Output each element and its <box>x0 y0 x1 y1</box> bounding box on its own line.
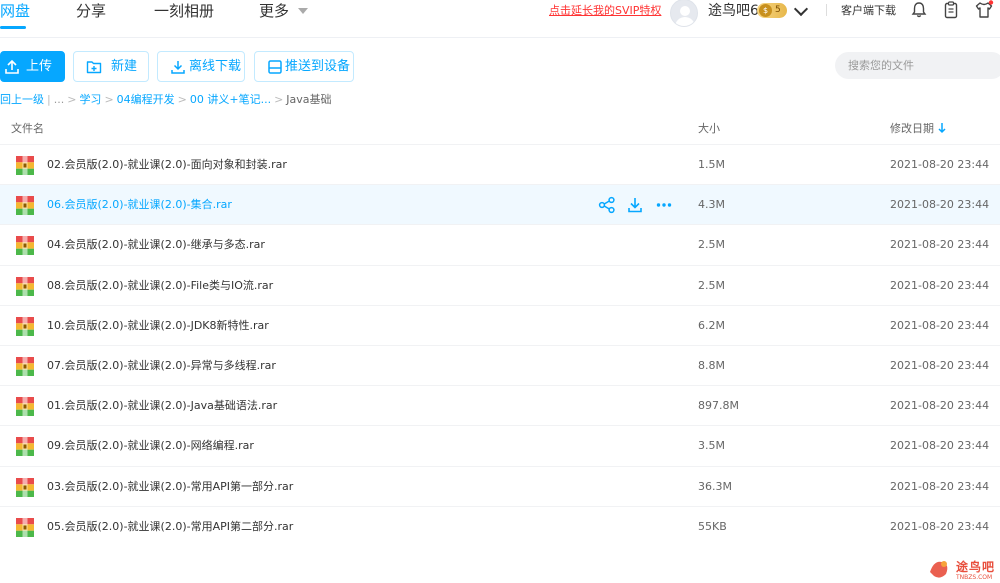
file-date: 2021-08-20 23:44 <box>890 198 990 212</box>
table-header: 文件名 大小 修改日期 <box>0 114 1000 144</box>
file-size: 36.3M <box>698 479 732 493</box>
file-date: 2021-08-20 23:44 <box>890 519 990 533</box>
table-row[interactable]: 05.会员版(2.0)-就业课(2.0)-常用API第二部分.rar 55KB 20… <box>0 505 1000 546</box>
active-tab-indicator <box>0 26 26 29</box>
top-nav-bar: 网盘 分享 一刻相册 更多 点击延长我的SVIP特权 途鸟吧6 $ 5 客户端下… <box>0 0 1000 38</box>
breadcrumb-ellipsis[interactable]: ... <box>54 93 65 106</box>
breadcrumb-notes[interactable]: 00 讲义+笔记... <box>190 93 271 106</box>
download-icon <box>171 61 185 74</box>
breadcrumb-back-link[interactable]: 回上一级 <box>0 93 44 106</box>
file-name[interactable]: 06.会员版(2.0)-就业课(2.0)-集合.rar <box>47 197 232 213</box>
table-row[interactable]: 06.会员版(2.0)-就业课(2.0)-集合.rar 4.3M 2021-08-2… <box>0 184 1000 225</box>
archive-file-icon <box>16 397 34 417</box>
file-name[interactable]: 10.会员版(2.0)-就业课(2.0)-JDK8新特性.rar <box>47 318 269 334</box>
nav-tab-more[interactable]: 更多 <box>259 0 289 22</box>
watermark-subtext: TNBZS.COM <box>956 574 993 581</box>
table-row[interactable]: 01.会员版(2.0)-就业课(2.0)-Java基础语法.rar 897.8M 2… <box>0 385 1000 425</box>
table-row[interactable]: 09.会员版(2.0)-就业课(2.0)-网络编程.rar 3.5M 2021-08… <box>0 425 1000 465</box>
file-name[interactable]: 03.会员版(2.0)-就业课(2.0)-常用API第一部分.rar <box>47 479 293 495</box>
archive-file-icon <box>16 477 34 497</box>
nav-tab-netdisk[interactable]: 网盘 <box>0 0 30 22</box>
divider <box>826 4 827 16</box>
file-date: 2021-08-20 23:44 <box>890 158 990 171</box>
file-name[interactable]: 05.会员版(2.0)-就业课(2.0)-常用API第二部分.rar <box>47 519 293 535</box>
file-size: 3.5M <box>698 439 725 453</box>
archive-file-icon <box>16 437 34 457</box>
file-size: 2.5M <box>698 278 725 292</box>
column-header-size[interactable]: 大小 <box>698 121 720 137</box>
watermark-text: 途鸟吧 <box>956 560 996 574</box>
breadcrumb-study[interactable]: 学习 <box>79 93 101 106</box>
chevron-down-icon[interactable] <box>298 8 308 14</box>
archive-file-icon <box>16 236 34 256</box>
file-name[interactable]: 08.会员版(2.0)-就业课(2.0)-File类与IO流.rar <box>47 278 273 294</box>
breadcrumb-programming[interactable]: 04编程开发 <box>117 93 175 106</box>
file-date: 2021-08-20 23:44 <box>890 318 990 332</box>
file-date: 2021-08-20 23:44 <box>890 238 990 252</box>
column-header-name[interactable]: 文件名 <box>11 121 44 137</box>
table-row[interactable]: 08.会员版(2.0)-就业课(2.0)-File类与IO流.rar 2.5M 20… <box>0 264 1000 305</box>
new-folder-button[interactable]: 新建 <box>73 51 149 82</box>
offline-download-button[interactable]: 离线下载 <box>157 51 245 82</box>
file-date: 2021-08-20 23:44 <box>890 278 990 292</box>
archive-file-icon <box>16 196 34 216</box>
user-menu-chevron-icon[interactable] <box>793 1 809 17</box>
nav-tab-album[interactable]: 一刻相册 <box>154 0 214 22</box>
share-icon[interactable] <box>598 196 616 214</box>
breadcrumb: 回上一级 |... > 学习 >04编程开发 >00 讲义+笔记... > Java基础 <box>0 93 332 106</box>
download-icon[interactable] <box>626 196 644 214</box>
file-name[interactable]: 02.会员版(2.0)-就业课(2.0)-面向对象和封装.rar <box>47 157 287 173</box>
client-download-link[interactable]: 客户端下载 <box>841 4 896 18</box>
svip-promo-link[interactable]: 点击延长我的SVIP特权 <box>549 3 661 19</box>
sort-down-icon[interactable] <box>938 122 946 134</box>
upload-icon <box>5 59 19 74</box>
nav-tab-share[interactable]: 分享 <box>76 0 106 22</box>
file-name[interactable]: 04.会员版(2.0)-就业课(2.0)-继承与多态.rar <box>47 237 265 253</box>
file-size: 4.3M <box>698 198 725 212</box>
file-size: 1.5M <box>698 158 725 171</box>
search-input[interactable] <box>835 52 1000 79</box>
avatar[interactable] <box>670 0 698 27</box>
new-folder-icon <box>86 61 102 74</box>
file-size: 6.2M <box>698 318 725 332</box>
file-size: 8.8M <box>698 359 725 372</box>
archive-file-icon <box>16 156 34 175</box>
file-date: 2021-08-20 23:44 <box>890 439 990 453</box>
file-date: 2021-08-20 23:44 <box>890 479 990 493</box>
device-icon <box>268 60 282 74</box>
clipboard-icon[interactable] <box>941 0 961 20</box>
column-header-date[interactable]: 修改日期 <box>890 121 934 137</box>
table-row[interactable]: 10.会员版(2.0)-就业课(2.0)-JDK8新特性.rar 6.2M 2021… <box>0 304 1000 345</box>
username[interactable]: 途鸟吧6 <box>708 2 759 20</box>
file-size: 2.5M <box>698 238 725 252</box>
shirt-icon[interactable] <box>974 0 994 20</box>
archive-file-icon <box>16 276 34 296</box>
push-to-device-button[interactable]: 推送到设备 <box>254 51 354 82</box>
file-name[interactable]: 09.会员版(2.0)-就业课(2.0)-网络编程.rar <box>47 438 254 454</box>
upload-button[interactable]: 上传 <box>0 51 65 82</box>
archive-file-icon <box>16 517 34 537</box>
table-row[interactable]: 04.会员版(2.0)-就业课(2.0)-继承与多态.rar 2.5M 2021-0… <box>0 224 1000 264</box>
table-row[interactable]: 07.会员版(2.0)-就业课(2.0)-异常与多线程.rar 8.8M 2021-… <box>0 345 1000 385</box>
archive-file-icon <box>16 316 34 336</box>
archive-file-icon <box>16 357 34 376</box>
file-date: 2021-08-20 23:44 <box>890 359 990 372</box>
file-date: 2021-08-20 23:44 <box>890 399 990 413</box>
more-options-icon[interactable] <box>655 196 673 214</box>
table-row[interactable]: 03.会员版(2.0)-就业课(2.0)-常用API第一部分.rar 36.3M 2… <box>0 465 1000 506</box>
file-name[interactable]: 01.会员版(2.0)-就业课(2.0)-Java基础语法.rar <box>47 398 277 414</box>
file-size: 55KB <box>698 519 727 533</box>
file-name[interactable]: 07.会员版(2.0)-就业课(2.0)-异常与多线程.rar <box>47 358 276 374</box>
vip-level-badge: $ 5 <box>757 3 787 18</box>
table-row[interactable]: 02.会员版(2.0)-就业课(2.0)-面向对象和封装.rar 1.5M 2021… <box>0 144 1000 184</box>
file-size: 897.8M <box>698 399 739 413</box>
bell-icon[interactable] <box>909 0 929 20</box>
breadcrumb-current: Java基础 <box>286 93 332 106</box>
